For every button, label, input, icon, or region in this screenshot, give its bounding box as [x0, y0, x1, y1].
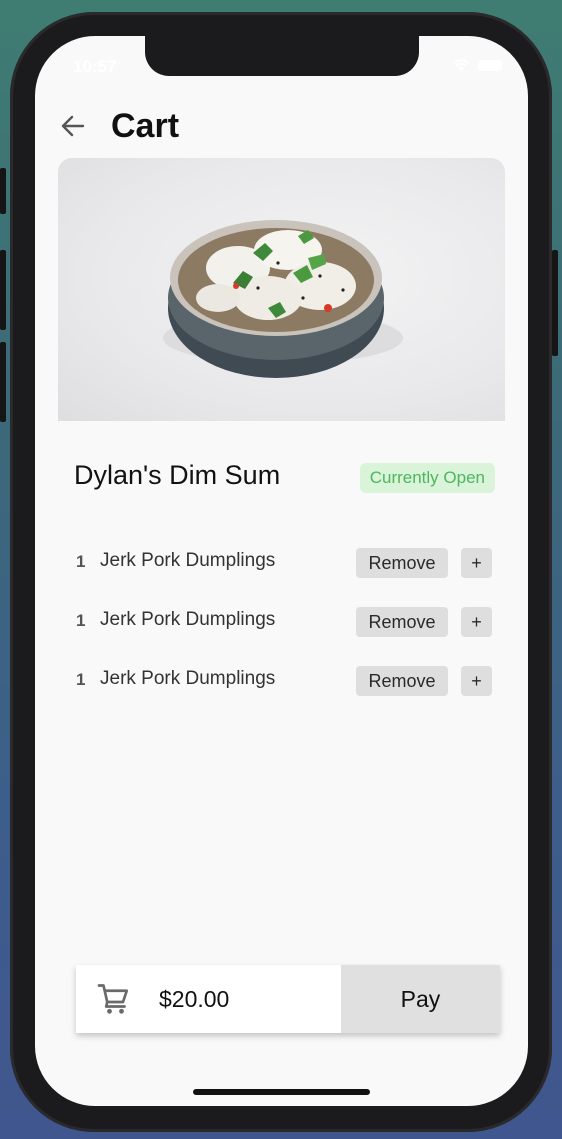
app-screen: 10:57 Cart Dylan's Dim Sum Currently Ope… — [35, 36, 528, 1106]
cart-item: 1 Jerk Pork Dumplings Remove + — [76, 603, 492, 662]
page-title: Cart — [111, 107, 180, 145]
restaurant-hero-image — [58, 158, 505, 421]
item-quantity: 1 — [76, 670, 86, 689]
volume-down-button — [0, 342, 6, 422]
item-name: Jerk Pork Dumplings — [100, 668, 276, 689]
cart-total: $20.00 — [159, 986, 230, 1012]
add-button[interactable]: + — [461, 607, 492, 637]
status-badge: Currently Open — [359, 463, 495, 493]
cart-item: 1 Jerk Pork Dumplings Remove + — [76, 662, 492, 721]
arrow-left-icon — [61, 115, 85, 137]
battery-icon — [478, 60, 502, 71]
notch — [145, 36, 419, 76]
restaurant-info: Dylan's Dim Sum Currently Open — [74, 456, 495, 500]
item-quantity: 1 — [76, 611, 86, 630]
wifi-icon — [452, 59, 470, 71]
restaurant-name: Dylan's Dim Sum — [74, 460, 281, 490]
add-button[interactable]: + — [461, 548, 492, 578]
power-button — [552, 250, 558, 356]
mute-switch — [0, 168, 6, 214]
status-time: 10:57 — [73, 57, 117, 76]
remove-button[interactable]: Remove — [356, 607, 448, 637]
cart-items-list: 1 Jerk Pork Dumplings Remove + 1 Jerk Po… — [76, 544, 492, 721]
checkout-bar: $20.00 Pay — [76, 965, 500, 1033]
item-name: Jerk Pork Dumplings — [100, 550, 276, 571]
remove-button[interactable]: Remove — [356, 666, 448, 696]
item-quantity: 1 — [76, 552, 86, 571]
dumpling-bowl-image — [163, 220, 403, 378]
pay-button[interactable]: Pay — [341, 965, 500, 1033]
add-button[interactable]: + — [461, 666, 492, 696]
status-icons — [452, 59, 502, 72]
volume-up-button — [0, 250, 6, 330]
shopping-cart-icon — [97, 984, 129, 1014]
cart-item: 1 Jerk Pork Dumplings Remove + — [76, 544, 492, 603]
item-name: Jerk Pork Dumplings — [100, 609, 276, 630]
back-button[interactable] — [59, 112, 87, 140]
header: Cart — [35, 106, 528, 150]
home-indicator[interactable] — [193, 1089, 370, 1095]
remove-button[interactable]: Remove — [356, 548, 448, 578]
